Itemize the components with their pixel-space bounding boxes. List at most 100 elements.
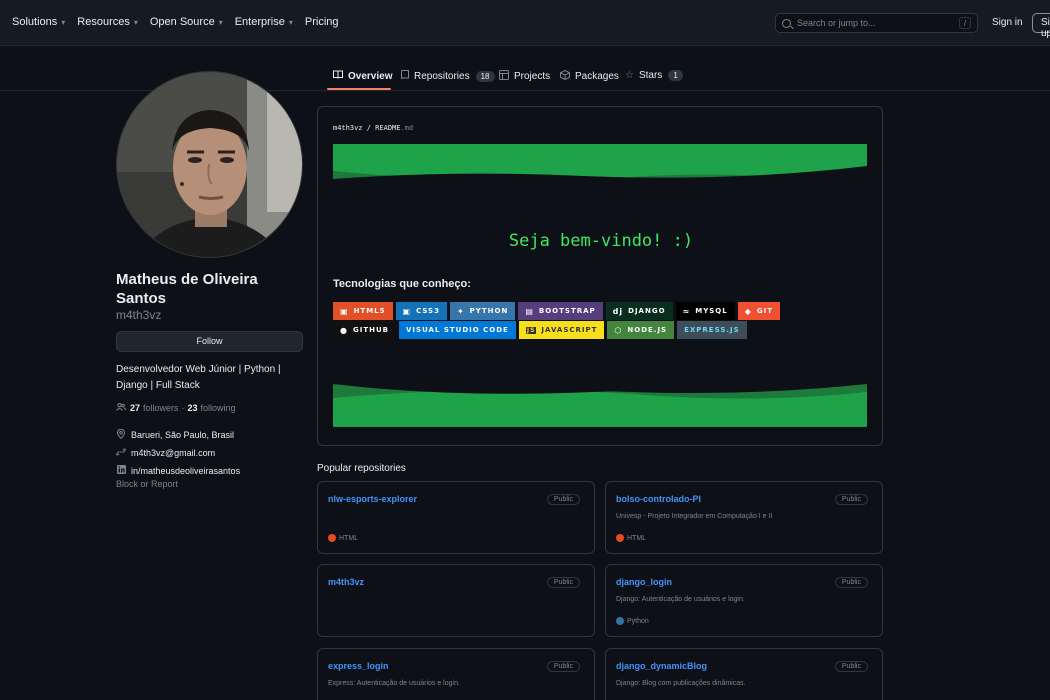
repo-language: HTML: [328, 534, 358, 542]
badge-python-label: PYTHON: [469, 307, 509, 315]
search-placeholder: Search or jump to...: [797, 18, 876, 28]
badge-django[interactable]: dj DJANGO: [605, 302, 673, 320]
header-wave-banner: [333, 144, 867, 187]
link-icon: [116, 447, 126, 459]
badge-nodejs[interactable]: ⬡ NODE.JS: [607, 321, 675, 339]
following-link[interactable]: 23 following: [188, 403, 236, 413]
footer-wave-banner: [333, 384, 867, 427]
tab-overview[interactable]: Overview: [333, 70, 392, 82]
badge-github-label: GITHUB: [352, 326, 389, 334]
package-icon: [560, 69, 570, 83]
badge-github[interactable]: ● GITHUB: [333, 321, 396, 339]
badge-python[interactable]: ✦ PYTHON: [449, 302, 516, 320]
repo-name-link[interactable]: bolso-controlado-PI: [616, 494, 701, 504]
visibility-badge: Public: [834, 661, 868, 672]
top-header: Solutions ▾ Resources ▾ Open Source ▾ Enter…: [0, 0, 1050, 46]
repo-name-link[interactable]: django_login: [616, 577, 672, 587]
email-link[interactable]: m4th3vz@gmail.com: [131, 448, 215, 458]
badge-git-label: GIT: [756, 307, 774, 315]
followers-link[interactable]: 27 followers: [130, 403, 179, 413]
repo-language: Python: [616, 617, 649, 625]
profile-full-name: Matheus de Oliveira Santos: [116, 271, 258, 307]
tech-badges: ▣ HTML5 ▣ CSS3 ✦ PYTHON ▤ BOOTSTRAP dj DJANGO…: [333, 302, 833, 339]
profile-username: m4th3vz: [116, 308, 162, 322]
tab-projects[interactable]: Projects: [499, 70, 550, 83]
badge-django-label: DJANGO: [628, 307, 666, 315]
badge-git[interactable]: ◆ GIT: [737, 302, 781, 320]
repo-description: Django: Autenticação de usuários e login…: [616, 596, 745, 603]
nav-enterprise[interactable]: Enterprise ▾: [235, 16, 293, 28]
repo-card: m4th3vz Public: [317, 564, 595, 637]
badge-html5-label: HTML5: [353, 307, 386, 315]
repo-icon: [401, 70, 409, 83]
tab-overview-label: Overview: [348, 70, 393, 82]
language-color-dot: [616, 534, 624, 542]
nodejs-icon: ⬡: [614, 325, 623, 335]
tab-stars-label: Stars: [638, 70, 663, 81]
python-icon: ✦: [456, 306, 465, 316]
star-icon: ☆: [625, 70, 634, 81]
followers-label: followers: [143, 403, 179, 413]
badge-bootstrap[interactable]: ▤ BOOTSTRAP: [518, 302, 603, 320]
header-nav: Solutions ▾ Resources ▾ Open Source ▾ Enter…: [12, 16, 351, 28]
tab-projects-label: Projects: [514, 71, 551, 82]
badge-css3[interactable]: ▣ CSS3: [395, 302, 447, 320]
book-icon: [333, 70, 343, 82]
badge-expressjs[interactable]: EXPRESS.JS: [677, 321, 747, 339]
visibility-badge: Public: [546, 661, 580, 672]
repo-card: django_login Public Django: Autenticação…: [605, 564, 883, 637]
tab-packages[interactable]: Packages: [560, 69, 619, 83]
nav-open-source-label: Open Source: [149, 16, 215, 28]
mysql-icon: ≈: [682, 306, 691, 316]
nav-enterprise-label: Enterprise: [234, 16, 285, 28]
tab-repositories-label: Repositories: [414, 71, 470, 82]
people-icon: [116, 403, 126, 413]
profile-tabs: Overview Repositories 18 Projects Packag…: [0, 46, 1050, 91]
location-text: Barueri, São Paulo, Brasil: [131, 430, 235, 440]
nav-resources[interactable]: Resources ▾: [77, 16, 138, 28]
repo-name-link[interactable]: express_login: [328, 661, 389, 671]
following-count: 23: [187, 403, 198, 413]
follow-button[interactable]: Follow: [116, 331, 303, 352]
readme-path-user[interactable]: m4th3vz: [333, 124, 363, 132]
django-icon: dj: [612, 306, 624, 316]
nav-resources-label: Resources: [77, 16, 130, 28]
css3-icon: ▣: [402, 306, 412, 316]
tab-stars[interactable]: ☆ Stars 1: [625, 70, 683, 81]
visibility-badge: Public: [546, 577, 580, 588]
block-report-link[interactable]: Block or Report: [116, 479, 178, 489]
welcome-heading: Seja bem-vindo! :): [508, 231, 694, 251]
linkedin-link[interactable]: in/matheusdeoliveirasantos: [131, 466, 240, 476]
linkedin-row: in/matheusdeoliveirasantos: [116, 465, 240, 476]
nav-solutions[interactable]: Solutions ▾: [12, 16, 65, 28]
badge-javascript-label: JAVASCRIPT: [541, 326, 598, 334]
badge-javascript[interactable]: JS JAVASCRIPT: [518, 321, 605, 339]
search-input[interactable]: Search or jump to... /: [775, 13, 978, 33]
sign-up-button[interactable]: Sign up: [1032, 13, 1050, 39]
badge-vscode[interactable]: VISUAL STUDIO CODE: [399, 321, 516, 339]
bootstrap-icon: ▤: [525, 306, 534, 316]
repo-name-link[interactable]: nlw-esports-explorer: [328, 494, 417, 504]
avatar[interactable]: [116, 71, 303, 258]
git-icon: ◆: [744, 306, 752, 316]
tab-repositories[interactable]: Repositories 18: [401, 70, 495, 83]
badge-mysql[interactable]: ≈ MYSQL: [675, 302, 735, 320]
readme-path-separator: /: [366, 124, 371, 132]
sign-in-link[interactable]: Sign in: [992, 17, 1023, 28]
chevron-down-icon: ▾: [133, 17, 138, 27]
readme-path-ext: .md: [400, 124, 414, 132]
badge-expressjs-label: EXPRESS.JS: [684, 326, 740, 334]
github-icon: ●: [340, 325, 348, 335]
location-icon: [116, 428, 126, 441]
repo-description: Django: Blog com publicações dinâmicas.: [616, 680, 746, 687]
nav-open-source[interactable]: Open Source ▾: [150, 16, 223, 28]
badge-html5[interactable]: ▣ HTML5: [333, 302, 393, 320]
repo-description: Express: Autenticação de usuários e logi…: [328, 680, 460, 687]
repo-name-link[interactable]: django_dynamicBlog: [616, 661, 707, 671]
search-shortcut-key: /: [959, 17, 971, 29]
javascript-icon: JS: [525, 326, 537, 334]
following-label: following: [200, 403, 236, 413]
readme-path: m4th3vz / README.md: [333, 124, 413, 132]
repo-name-link[interactable]: m4th3vz: [328, 577, 364, 587]
nav-pricing[interactable]: Pricing: [305, 16, 339, 28]
